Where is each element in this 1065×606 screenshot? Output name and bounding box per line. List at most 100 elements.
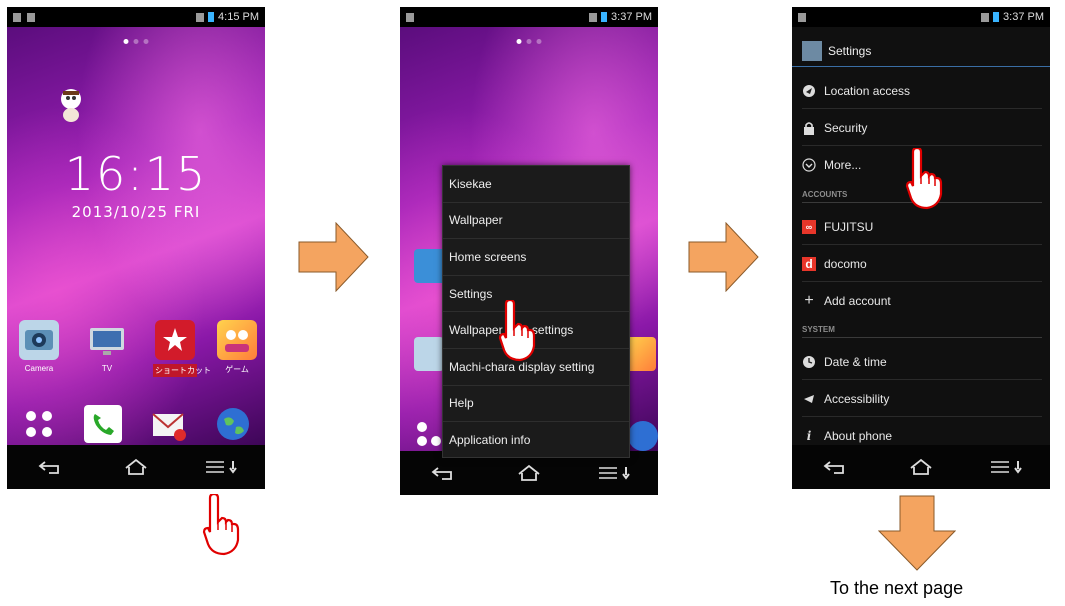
wallpaper: 16:15 2013/10/25 FRI Camera TV ショートカット ゲ… — [7, 27, 265, 445]
settings-item-label: Date & time — [824, 354, 887, 369]
page-title: Settings — [828, 43, 872, 58]
menu-item-machi-chara[interactable]: Machi-chara display setting — [443, 349, 629, 386]
app-shortcut[interactable]: ショートカット — [153, 320, 211, 377]
accessibility-icon — [802, 392, 816, 406]
clock-time: 16:15 — [64, 147, 208, 201]
back-icon[interactable] — [817, 452, 853, 482]
status-bar: 4:15 PM — [7, 7, 265, 27]
battery-icon — [208, 12, 215, 22]
settings-item-label: FUJITSU — [824, 219, 874, 234]
settings-item-location[interactable]: Location access — [802, 73, 1042, 109]
menu-item-settings[interactable]: Settings — [443, 276, 629, 313]
arrow-right-icon — [298, 222, 369, 292]
status-time: 3:37 PM — [1003, 11, 1044, 23]
notification-icon — [13, 12, 21, 22]
back-icon[interactable] — [425, 458, 461, 488]
nav-bar — [792, 445, 1050, 489]
mail-icon[interactable] — [149, 405, 187, 443]
settings-app-icon — [802, 40, 822, 61]
signal-icon — [981, 12, 990, 22]
browser-icon[interactable] — [214, 405, 252, 443]
plus-icon: + — [804, 292, 814, 309]
app-game[interactable]: ゲーム — [215, 320, 259, 375]
settings-item-date-time[interactable]: Date & time — [802, 344, 1042, 380]
star-shortcut-icon — [155, 320, 195, 360]
menu-icon[interactable] — [597, 458, 633, 488]
settings-item-label: Add account — [824, 294, 891, 308]
notification-icon — [406, 12, 414, 22]
settings-item-label: Accessibility — [824, 391, 890, 406]
page-indicator — [123, 39, 149, 44]
battery-icon — [601, 12, 608, 22]
fujitsu-icon: ∞ — [802, 219, 816, 234]
arrow-down-icon — [878, 495, 956, 571]
status-bar: 3:37 PM — [792, 7, 1050, 27]
clock-icon — [802, 355, 816, 369]
clock-widget[interactable]: 16:15 2013/10/25 FRI — [7, 147, 265, 221]
apps-grid-icon[interactable] — [21, 406, 57, 442]
notification-icon — [798, 12, 806, 22]
app-label: Camera — [24, 364, 54, 373]
options-menu: Kisekae Wallpaper Home screens Settings … — [442, 165, 630, 458]
settings-item-add-account[interactable]: + Add account — [802, 283, 1042, 319]
settings-item-label: Security — [824, 120, 868, 135]
phone-screen-home: 4:15 PM 16:15 2013/10/25 FRI Camera TV シ… — [7, 7, 265, 489]
settings-item-accessibility[interactable]: Accessibility — [802, 381, 1042, 417]
info-icon: i — [806, 429, 812, 443]
signal-icon — [589, 12, 598, 22]
usb-icon — [27, 12, 35, 22]
docomo-icon: d — [802, 256, 816, 271]
phone-screen-settings: 3:37 PM Settings Location access Securit… — [792, 7, 1050, 489]
settings-item-fujitsu[interactable]: ∞ FUJITSU — [802, 209, 1042, 245]
app-label: ゲーム — [225, 365, 249, 374]
pointing-hand-icon — [202, 494, 240, 556]
settings-item-docomo[interactable]: d docomo — [802, 246, 1042, 282]
machi-chara-icon[interactable] — [57, 87, 85, 123]
settings-item-label: Location access — [824, 83, 911, 98]
apps-grid-icon[interactable] — [414, 419, 444, 449]
pointing-hand-icon — [498, 300, 536, 362]
arrow-right-icon — [688, 222, 759, 292]
browser-icon-partial[interactable] — [628, 421, 658, 451]
back-icon[interactable] — [32, 452, 68, 482]
more-icon — [802, 158, 816, 172]
signal-icon — [196, 12, 205, 22]
app-camera[interactable]: Camera — [17, 320, 61, 373]
settings-item-security[interactable]: Security — [802, 110, 1042, 146]
menu-item-application-info[interactable]: Application info — [443, 422, 629, 459]
nav-bar — [7, 445, 265, 489]
status-time: 4:15 PM — [218, 11, 259, 23]
pointing-hand-icon — [905, 148, 943, 210]
game-icon — [217, 320, 257, 360]
camera-icon — [19, 320, 59, 360]
game-icon-partial[interactable] — [626, 337, 656, 371]
lock-icon — [802, 121, 816, 135]
menu-item-home-screens[interactable]: Home screens — [443, 239, 629, 276]
next-page-caption: To the next page — [830, 578, 964, 598]
menu-item-kisekae[interactable]: Kisekae — [443, 166, 629, 203]
battery-icon — [993, 12, 1000, 22]
dock — [7, 399, 265, 449]
app-icon-camera-partial[interactable] — [414, 337, 444, 371]
settings-title-bar: Settings — [792, 35, 1050, 67]
phone-icon[interactable] — [83, 405, 122, 443]
location-icon — [802, 84, 816, 98]
menu-item-wallpaper-loop[interactable]: Wallpaper loop settings — [443, 312, 629, 349]
home-icon[interactable] — [903, 452, 939, 482]
section-header-system: SYSTEM — [802, 322, 1042, 338]
settings-item-label: About phone — [824, 429, 893, 443]
menu-item-wallpaper[interactable]: Wallpaper — [443, 203, 629, 240]
page-indicator — [516, 39, 542, 44]
menu-item-help[interactable]: Help — [443, 386, 629, 423]
menu-icon[interactable] — [989, 452, 1025, 482]
clock-date: 2013/10/25 FRI — [71, 203, 201, 221]
app-tv[interactable]: TV — [85, 320, 129, 373]
home-icon[interactable] — [511, 458, 547, 488]
status-time: 3:37 PM — [611, 11, 652, 23]
app-label: ショートカット — [153, 364, 211, 377]
tv-icon — [87, 320, 127, 360]
home-icon[interactable] — [118, 452, 154, 482]
menu-icon[interactable] — [204, 452, 240, 482]
app-label: TV — [101, 364, 113, 373]
status-bar: 3:37 PM — [400, 7, 658, 27]
